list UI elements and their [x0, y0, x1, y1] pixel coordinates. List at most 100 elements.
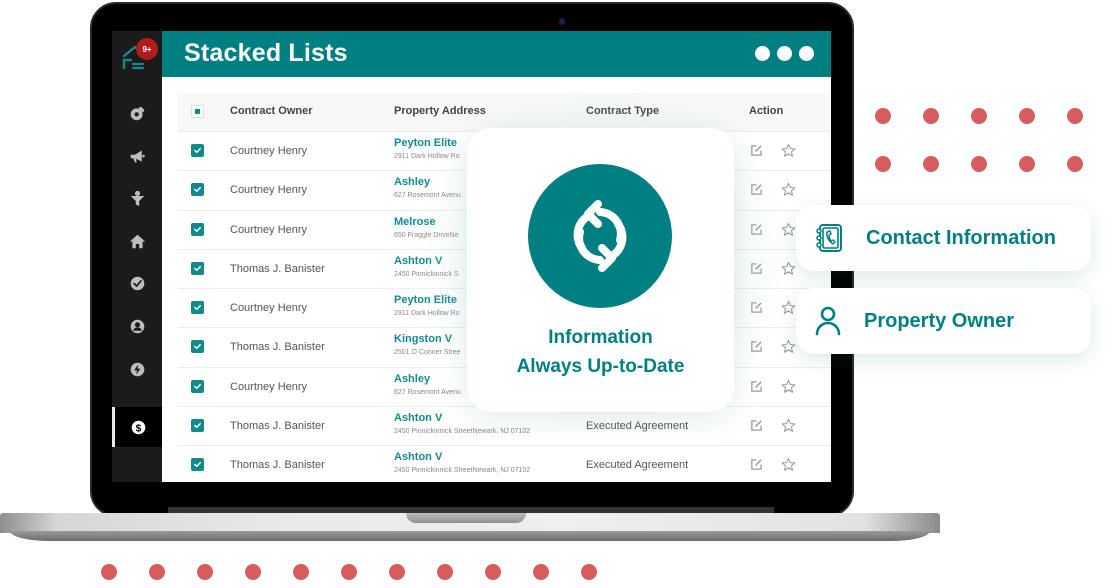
property-address: 627 Rosemont Avenu	[394, 192, 461, 200]
edit-icon[interactable]	[750, 144, 763, 157]
three-dots-icon[interactable]	[755, 46, 814, 61]
star-icon[interactable]	[781, 379, 796, 394]
contact-information-label: Contact Information	[866, 226, 1056, 249]
laptop-base-bottom	[10, 531, 930, 541]
star-icon[interactable]	[781, 261, 796, 276]
column-header-type[interactable]: Contract Type	[586, 105, 659, 117]
property-address: 650 Fraggle DriveNe	[394, 231, 459, 239]
property-name-link[interactable]: Peyton Elite	[394, 137, 457, 149]
dot	[923, 108, 939, 124]
dot	[341, 564, 357, 580]
property-name-link[interactable]: Ashley	[394, 373, 430, 385]
sync-icon	[573, 200, 627, 272]
star-icon[interactable]	[781, 339, 796, 354]
dollar-circle-icon: $	[131, 420, 146, 434]
table-header: Contract Owner Property Address Contract…	[178, 93, 831, 131]
notification-badge[interactable]: 9+	[136, 38, 158, 60]
check-icon	[194, 265, 201, 272]
row-checkbox[interactable]	[191, 222, 204, 236]
property-address: 2450 Pinnickinnick StreetNewark, NJ 0710…	[394, 467, 531, 475]
laptop-notch	[406, 513, 526, 523]
dot	[1067, 108, 1083, 124]
chart-pie-icon	[130, 106, 144, 120]
dot	[485, 564, 501, 580]
property-address: 2501 O Conner Stree	[394, 349, 461, 357]
property-name-link[interactable]: Melrose	[394, 216, 436, 228]
row-checkbox[interactable]	[191, 419, 204, 433]
property-name-link[interactable]: Ashton V	[394, 255, 442, 267]
row-checkbox[interactable]	[191, 183, 204, 197]
sidebar-item-home[interactable]	[112, 221, 162, 261]
check-icon	[194, 187, 201, 193]
property-name-link[interactable]: Ashton V	[394, 451, 442, 463]
property-name-link[interactable]: Ashley	[394, 176, 430, 188]
column-header-address[interactable]: Property Address	[394, 105, 486, 117]
edit-icon[interactable]	[750, 262, 763, 275]
property-address: 2911 Dark Hollow Ro	[394, 310, 460, 318]
star-icon[interactable]	[781, 143, 796, 158]
row-checkbox[interactable]	[191, 340, 204, 354]
property-name-link[interactable]: Ashton V	[394, 412, 442, 424]
property-address: 2911 Dark Hollow Ro	[394, 153, 460, 160]
star-icon[interactable]	[781, 222, 796, 237]
contract-owner: Courtney Henry	[230, 302, 308, 315]
dot	[875, 108, 891, 124]
check-icon	[194, 383, 201, 390]
svg-text:$: $	[136, 423, 142, 434]
column-header-owner[interactable]: Contract Owner	[230, 105, 313, 117]
row-checkbox[interactable]	[191, 261, 204, 275]
dot	[923, 156, 939, 172]
sidebar-item-funnel[interactable]	[112, 178, 162, 218]
sidebar-item-analytics[interactable]	[112, 93, 162, 133]
check-icon	[194, 226, 201, 232]
edit-icon[interactable]	[750, 340, 763, 353]
edit-icon[interactable]	[750, 223, 763, 236]
contact-information-pill[interactable]: Contact Information	[796, 205, 1091, 271]
megaphone-icon	[130, 150, 145, 162]
sidebar-item-contacts[interactable]	[112, 306, 162, 346]
row-checkbox[interactable]	[191, 458, 204, 472]
contract-owner: Courtney Henry	[230, 380, 308, 393]
edit-icon[interactable]	[750, 301, 763, 314]
property-address: 2450 Pinnickinnick StreetNewark, NJ 0710…	[394, 428, 531, 436]
dot	[971, 108, 987, 124]
check-icon	[194, 147, 201, 154]
dot	[245, 564, 261, 580]
contract-owner: Courtney Henry	[230, 184, 308, 197]
sidebar-item-marketing[interactable]	[112, 136, 162, 176]
edit-icon[interactable]	[750, 380, 763, 393]
property-owner-label: Property Owner	[864, 309, 1015, 332]
dot	[437, 564, 453, 580]
check-icon	[194, 305, 201, 311]
check-icon	[194, 423, 201, 429]
star-icon[interactable]	[781, 457, 796, 472]
edit-icon[interactable]	[750, 419, 763, 432]
sidebar-item-deals[interactable]: $	[112, 407, 162, 447]
select-all-checkbox[interactable]	[191, 105, 204, 118]
sidebar-item-automations[interactable]	[112, 349, 162, 389]
edit-icon[interactable]	[750, 458, 763, 471]
star-icon[interactable]	[781, 300, 796, 315]
dot	[875, 156, 891, 172]
property-name-link[interactable]: Peyton Elite	[394, 294, 457, 306]
contract-owner: Thomas J. Banister	[230, 420, 325, 433]
dot	[293, 564, 309, 580]
dot	[101, 564, 117, 580]
page-title: Stacked Lists	[184, 39, 348, 67]
edit-icon[interactable]	[750, 183, 763, 196]
row-checkbox[interactable]	[191, 144, 204, 157]
user-circle-icon	[130, 319, 144, 333]
dot	[1019, 156, 1035, 172]
sidebar-item-tasks[interactable]	[112, 263, 162, 303]
funnel-dollar-icon	[130, 190, 144, 206]
dot	[389, 564, 405, 580]
table-row[interactable]: Thomas J. Banister Ashton V 2450 Pinnick…	[178, 445, 831, 482]
row-checkbox[interactable]	[191, 379, 204, 393]
star-icon[interactable]	[781, 418, 796, 433]
feature-card: Information Always Up-to-Date	[467, 128, 734, 412]
property-owner-pill[interactable]: Property Owner	[796, 288, 1091, 354]
star-icon[interactable]	[781, 182, 796, 197]
contract-owner: Thomas J. Banister	[230, 262, 325, 275]
row-checkbox[interactable]	[191, 301, 204, 315]
property-name-link[interactable]: Kingston V	[394, 333, 452, 345]
